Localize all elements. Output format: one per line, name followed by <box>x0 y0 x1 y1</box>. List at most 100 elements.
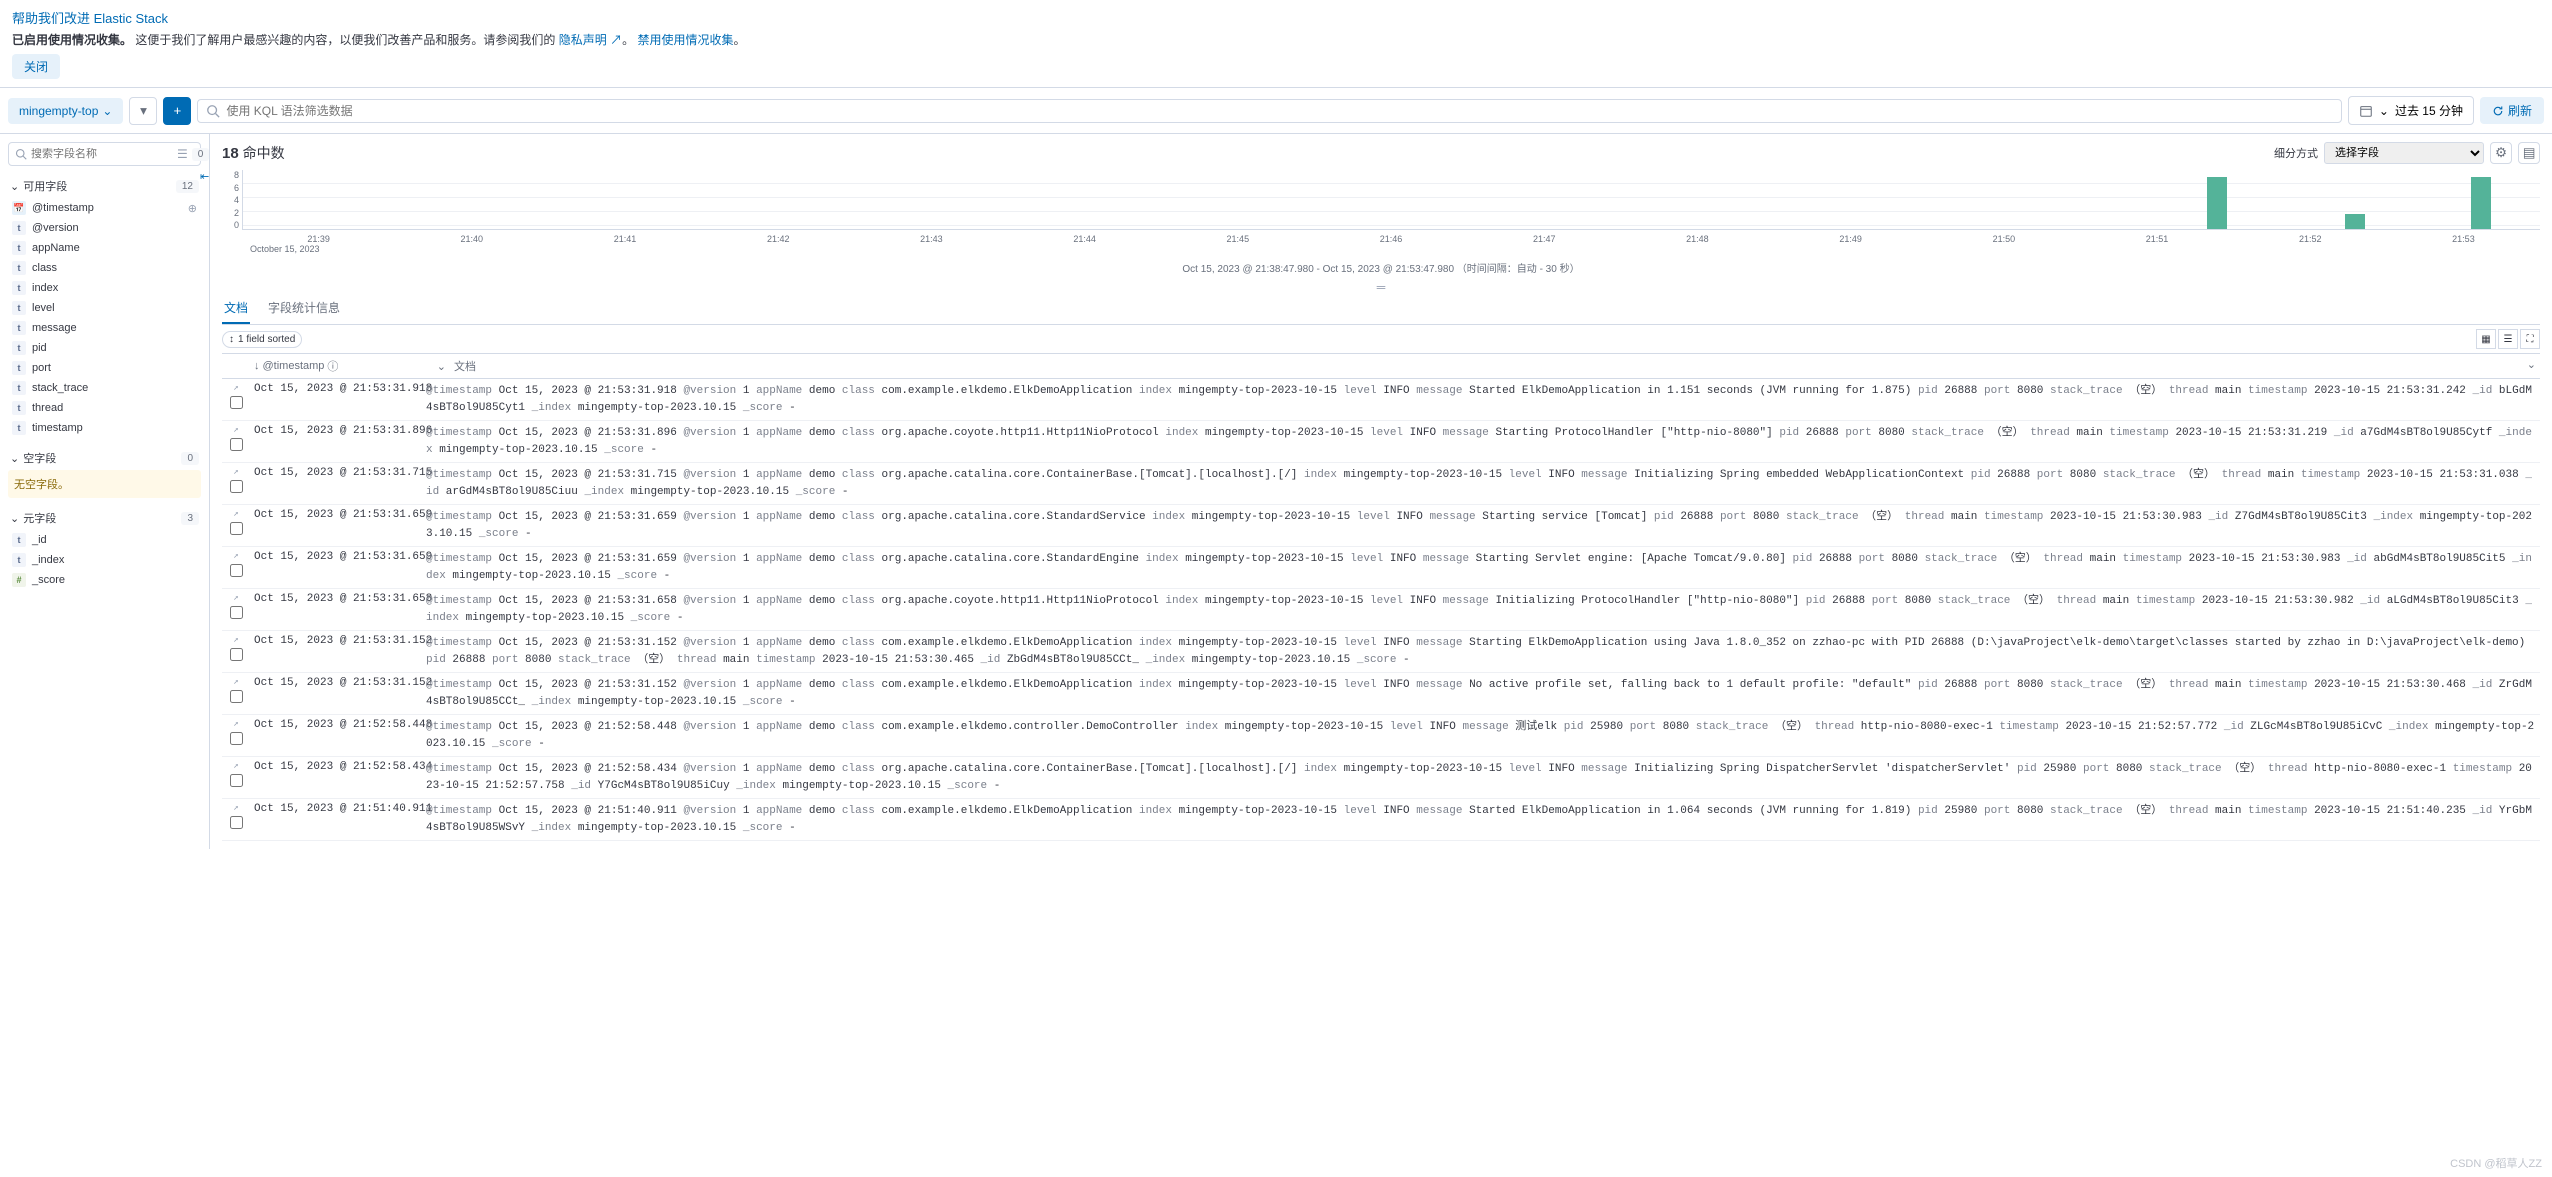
field-name: message <box>32 322 77 334</box>
row-checkbox[interactable] <box>230 816 243 829</box>
available-fields-section: ⌄ 可用字段 12 📅@timestamp⊕t@versiontappNamet… <box>8 174 201 438</box>
table-row: ↗Oct 15, 2023 @ 21:53:31.659@timestamp O… <box>222 547 2540 589</box>
row-checkbox[interactable] <box>230 438 243 451</box>
row-timestamp: Oct 15, 2023 @ 21:53:31.896 <box>250 421 422 462</box>
breakdown-select[interactable]: 选择字段 <box>2324 142 2484 164</box>
field-name: index <box>32 282 58 294</box>
expand-row-icon[interactable]: ↗ <box>233 383 238 393</box>
sort-indicator[interactable]: ↕ 1 field sorted <box>222 331 302 348</box>
expand-row-icon[interactable]: ↗ <box>233 551 238 561</box>
fields-sidebar: ☰ 0 ⇤ ⌄ 可用字段 12 📅@timestamp⊕t@versiontap… <box>0 134 210 849</box>
field-item--index[interactable]: t_index <box>8 550 201 570</box>
expand-row-icon[interactable]: ↗ <box>233 677 238 687</box>
view-expanded-button[interactable]: ⛶ <box>2520 329 2540 349</box>
field-type-icon: t <box>12 341 26 355</box>
field-item--id[interactable]: t_id <box>8 530 201 550</box>
expand-row-icon[interactable]: ↗ <box>233 509 238 519</box>
row-checkbox[interactable] <box>230 480 243 493</box>
filter-button[interactable]: ▾ <box>129 97 157 125</box>
kql-input[interactable] <box>226 104 2332 118</box>
col-document-header[interactable]: 文档 ⌄ <box>450 354 2540 378</box>
row-checkbox[interactable] <box>230 732 243 745</box>
sort-desc-icon: ↓ <box>254 360 260 372</box>
expand-row-icon[interactable]: ↗ <box>233 593 238 603</box>
chart-options-button[interactable]: ⚙ <box>2490 142 2512 164</box>
row-checkbox[interactable] <box>230 606 243 619</box>
column-headers: ↓ @timestamp ⓘ ⌄ 文档 ⌄ <box>222 354 2540 379</box>
row-timestamp: Oct 15, 2023 @ 21:53:31.152 <box>250 673 422 714</box>
sidebar-collapse-icon[interactable]: ⇤ <box>200 170 209 183</box>
histogram-chart[interactable]: 86420 <box>222 170 2540 230</box>
datasource-selector[interactable]: mingempty-top ⌄ <box>8 98 123 124</box>
filter-icon: ▾ <box>140 103 147 119</box>
row-checkbox[interactable] <box>230 564 243 577</box>
field-item-port[interactable]: tport <box>8 358 201 378</box>
row-checkbox[interactable] <box>230 774 243 787</box>
row-timestamp: Oct 15, 2023 @ 21:53:31.659 <box>250 505 422 546</box>
kql-search-box[interactable] <box>197 99 2341 123</box>
filter-icon[interactable]: ☰ <box>177 147 188 161</box>
expand-row-icon[interactable]: ↗ <box>233 719 238 729</box>
resize-handle[interactable]: ═ <box>222 281 2540 293</box>
histogram-bar[interactable] <box>2345 214 2365 229</box>
col-timestamp-header[interactable]: ↓ @timestamp ⓘ ⌄ <box>250 354 450 378</box>
expand-row-icon[interactable]: ↗ <box>233 761 238 771</box>
field-item--score[interactable]: #_score <box>8 570 201 590</box>
field-item-timestamp[interactable]: ttimestamp <box>8 418 201 438</box>
expand-row-icon[interactable]: ↗ <box>233 467 238 477</box>
field-type-icon: t <box>12 533 26 547</box>
banner-title[interactable]: 帮助我们改进 Elastic Stack <box>12 8 2540 27</box>
plus-icon: + <box>174 103 182 118</box>
tab-documents[interactable]: 文档 <box>222 293 250 324</box>
field-item-stack-trace[interactable]: tstack_trace <box>8 378 201 398</box>
main-area: ☰ 0 ⇤ ⌄ 可用字段 12 📅@timestamp⊕t@versiontap… <box>0 134 2552 849</box>
row-checkbox[interactable] <box>230 690 243 703</box>
field-name: port <box>32 362 51 374</box>
view-compact-button[interactable]: ▦ <box>2476 329 2496 349</box>
histogram-bar[interactable] <box>2207 177 2227 229</box>
expand-row-icon[interactable]: ↗ <box>233 803 238 813</box>
field-name: stack_trace <box>32 382 88 394</box>
field-item-message[interactable]: tmessage <box>8 318 201 338</box>
disable-telemetry-link[interactable]: 禁用使用情况收集 <box>637 33 733 47</box>
field-item-appName[interactable]: tappName <box>8 238 201 258</box>
meta-fields-header[interactable]: ⌄ 元字段 3 <box>8 506 201 530</box>
row-checkbox[interactable] <box>230 648 243 661</box>
row-timestamp: Oct 15, 2023 @ 21:53:31.152 <box>250 631 422 672</box>
table-row: ↗Oct 15, 2023 @ 21:53:31.152@timestamp O… <box>222 673 2540 715</box>
tab-field-stats[interactable]: 字段统计信息 <box>266 293 342 324</box>
row-checkbox[interactable] <box>230 522 243 535</box>
empty-fields-header[interactable]: ⌄ 空字段 0 <box>8 446 201 470</box>
field-item-thread[interactable]: tthread <box>8 398 201 418</box>
privacy-link[interactable]: 隐私声明 ↗ <box>559 33 622 47</box>
grid-toolbar: ↕ 1 field sorted ▦ ☰ ⛶ <box>222 325 2540 354</box>
table-row: ↗Oct 15, 2023 @ 21:53:31.896@timestamp O… <box>222 421 2540 463</box>
table-row: ↗Oct 15, 2023 @ 21:53:31.659@timestamp O… <box>222 505 2540 547</box>
histogram-bar[interactable] <box>2471 177 2491 229</box>
view-normal-button[interactable]: ☰ <box>2498 329 2518 349</box>
chart-bars <box>242 170 2540 230</box>
field-item--timestamp[interactable]: 📅@timestamp⊕ <box>8 198 201 218</box>
field-item-level[interactable]: tlevel <box>8 298 201 318</box>
available-fields-header[interactable]: ⌄ 可用字段 12 <box>8 174 201 198</box>
time-picker[interactable]: ⌄ 过去 15 分钟 <box>2348 96 2474 125</box>
row-controls: ↗ <box>222 799 250 840</box>
field-item-index[interactable]: tindex <box>8 278 201 298</box>
field-search-input[interactable] <box>31 148 173 160</box>
row-timestamp: Oct 15, 2023 @ 21:53:31.715 <box>250 463 422 504</box>
row-checkbox[interactable] <box>230 396 243 409</box>
field-item--version[interactable]: t@version <box>8 218 201 238</box>
field-item-class[interactable]: tclass <box>8 258 201 278</box>
chevron-down-icon: ⌄ <box>2527 358 2536 371</box>
banner-close-button[interactable]: 关闭 <box>12 54 60 79</box>
refresh-button[interactable]: 刷新 <box>2480 97 2544 124</box>
add-filter-button[interactable]: + <box>163 97 191 125</box>
expand-row-icon[interactable]: ↗ <box>233 425 238 435</box>
field-search[interactable]: ☰ 0 <box>8 142 201 166</box>
chart-toggle-button[interactable]: ▤ <box>2518 142 2540 164</box>
expand-row-icon[interactable]: ↗ <box>233 635 238 645</box>
field-item-pid[interactable]: tpid <box>8 338 201 358</box>
add-field-icon[interactable]: ⊕ <box>188 202 197 215</box>
row-timestamp: Oct 15, 2023 @ 21:53:31.658 <box>250 589 422 630</box>
row-document: @timestamp Oct 15, 2023 @ 21:51:40.911 @… <box>422 799 2540 840</box>
